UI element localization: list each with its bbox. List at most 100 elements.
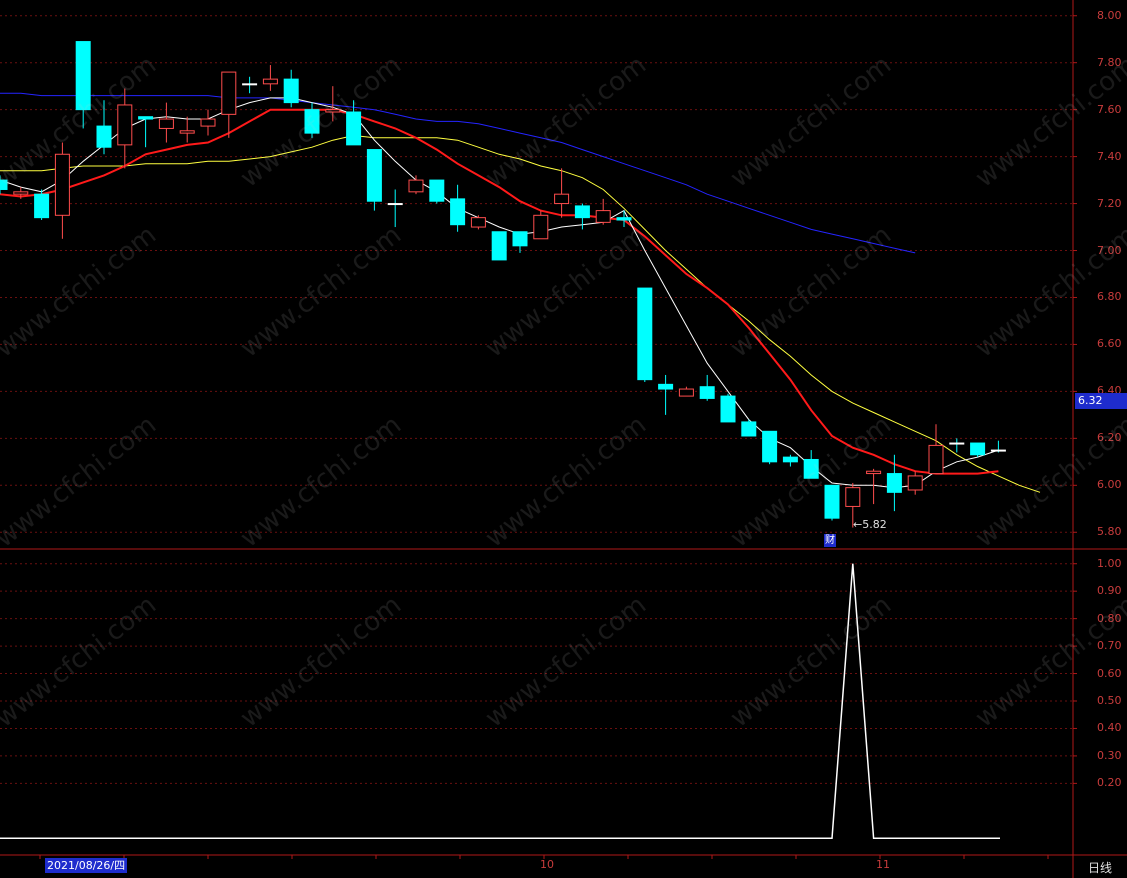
candle[interactable] (990, 440, 1006, 453)
price-tick-label: 7.80 (1097, 55, 1122, 69)
candle[interactable] (512, 231, 528, 253)
candle-body (429, 179, 445, 202)
candle[interactable] (34, 189, 50, 220)
candle-body (866, 470, 882, 475)
finance-event-badge[interactable]: 财 (824, 534, 836, 547)
price-tick-label: 7.20 (1097, 196, 1122, 210)
candle[interactable] (200, 109, 216, 136)
candle[interactable] (117, 88, 133, 169)
candle[interactable] (699, 374, 715, 401)
candle[interactable] (158, 102, 174, 143)
low-price-marker: ←5.82 (853, 518, 887, 531)
candle[interactable] (179, 116, 195, 143)
candle-body (179, 130, 195, 134)
candle[interactable] (678, 386, 694, 397)
candle-body (658, 383, 674, 390)
candle[interactable] (408, 175, 424, 195)
candle-body (554, 193, 570, 205)
candle-body (304, 109, 320, 134)
candle[interactable] (450, 184, 466, 232)
candle[interactable] (387, 189, 403, 228)
candle[interactable] (970, 442, 986, 458)
candle[interactable] (75, 41, 91, 129)
candle[interactable] (824, 484, 840, 521)
candle-body (283, 78, 299, 104)
candle[interactable] (54, 142, 70, 239)
indicator-tick-label: 1.00 (1097, 556, 1122, 570)
candle[interactable] (96, 100, 112, 155)
price-tick-label: 6.80 (1097, 290, 1122, 304)
candle[interactable] (366, 149, 382, 211)
candle-body (491, 231, 507, 261)
ma-line-1 (0, 97, 999, 489)
indicator-tick-label: 0.20 (1097, 776, 1122, 790)
candle-body (845, 487, 861, 507)
candle-body (262, 78, 278, 85)
price-tick-label: 6.00 (1097, 478, 1122, 492)
candle[interactable] (325, 86, 341, 122)
candle[interactable] (533, 210, 549, 240)
candle[interactable] (658, 374, 674, 415)
candle-body (387, 203, 403, 206)
candle-body (533, 214, 549, 240)
candle-body (96, 125, 112, 148)
candle[interactable] (762, 430, 778, 465)
candle-body (242, 83, 258, 86)
candle-body (824, 484, 840, 519)
candle-body (13, 191, 29, 195)
candle[interactable] (304, 102, 320, 138)
candle-body (720, 395, 736, 423)
candle[interactable] (637, 287, 653, 382)
candle-body (221, 71, 237, 115)
candle[interactable] (803, 450, 819, 479)
candle-body (512, 231, 528, 247)
price-tick-label: 8.00 (1097, 8, 1122, 22)
candle[interactable] (262, 65, 278, 91)
candle[interactable] (242, 76, 258, 94)
candle-body (200, 118, 216, 127)
candle[interactable] (429, 179, 445, 204)
month-label-nov: 11 (876, 858, 890, 871)
candle[interactable] (13, 187, 29, 199)
candle-body (907, 475, 923, 491)
candle-body (117, 104, 133, 146)
candle-body (762, 430, 778, 463)
candle[interactable] (221, 71, 237, 138)
candle-body (158, 118, 174, 129)
candle[interactable] (907, 471, 923, 495)
indicator-tick-label: 0.80 (1097, 611, 1122, 625)
stock-chart[interactable] (0, 0, 1127, 878)
candle[interactable] (720, 393, 736, 423)
candle-body (637, 287, 653, 381)
price-tick-label: 6.20 (1097, 431, 1122, 445)
candle-body (949, 442, 965, 445)
period-selector[interactable]: 日线 (1088, 859, 1112, 876)
candle[interactable] (470, 215, 486, 230)
ma-line-2 (0, 108, 999, 475)
candle[interactable] (949, 438, 965, 453)
candle-body (346, 111, 362, 146)
candle[interactable] (886, 454, 902, 512)
month-label-oct: 10 (540, 858, 554, 871)
candle-body (970, 442, 986, 456)
candle[interactable] (283, 69, 299, 108)
candle-body (616, 217, 632, 221)
indicator-tick-label: 0.50 (1097, 694, 1122, 707)
date-cursor-badge: 2021/08/26/四 (45, 858, 128, 873)
candle[interactable] (741, 419, 757, 437)
price-tick-label: 7.00 (1097, 243, 1122, 257)
candle-body (75, 41, 91, 111)
candle[interactable] (595, 198, 611, 225)
indicator-tick-label: 0.30 (1097, 748, 1122, 762)
price-tick-label: 5.80 (1097, 525, 1122, 539)
candle-body (741, 421, 757, 437)
candle[interactable] (928, 424, 944, 475)
indicator-tick-label: 0.90 (1097, 584, 1122, 598)
candle[interactable] (0, 175, 8, 195)
candle[interactable] (782, 454, 798, 467)
candle-body (678, 388, 694, 397)
candle-body (782, 456, 798, 463)
candle[interactable] (554, 168, 570, 218)
candle[interactable] (491, 231, 507, 261)
candle[interactable] (866, 468, 882, 505)
